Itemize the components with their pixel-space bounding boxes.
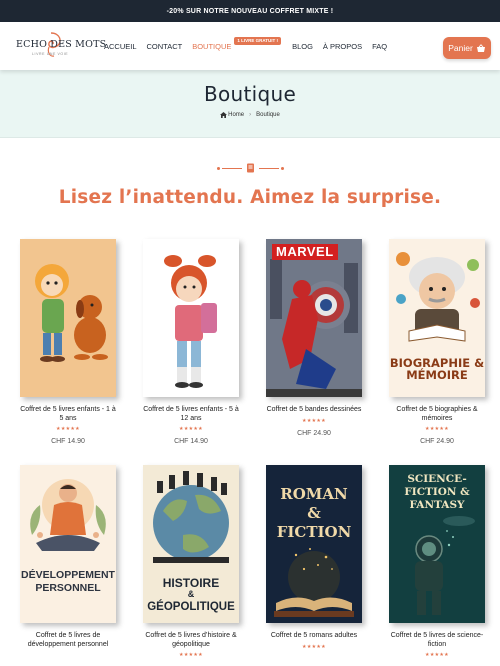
product-price: CHF 14.90 — [174, 438, 208, 445]
cartoon-kids-dog-illustration — [35, 264, 108, 362]
comic-publisher-logo: MARVEL — [272, 244, 338, 260]
product-name[interactable]: Coffret de 5 romans adultes — [266, 632, 362, 641]
star-rating: ★★★★★ — [425, 426, 449, 432]
star-rating: ★★★★★ — [179, 652, 203, 658]
product-name[interactable]: Coffret de 5 livres d’histoire & géopoli… — [143, 632, 239, 649]
free-book-badge: 1 LIVRE GRATUIT ! — [234, 36, 282, 45]
main-nav: ACCUEIL CONTACT BOUTIQUE 1 LIVRE GRATUIT… — [104, 36, 397, 51]
product-card[interactable]: HISTOIRE & GÉOPOLITIQUE Coffret de 5 liv… — [143, 465, 239, 658]
cover-title-2: & — [187, 589, 195, 599]
nav-blog[interactable]: BLOG — [292, 42, 313, 51]
product-cover-image[interactable]: MARVEL — [266, 239, 362, 397]
nav-accueil[interactable]: ACCUEIL — [104, 42, 137, 51]
cover-title: BIOGRAPHIE & MÉMOIRE — [389, 356, 485, 383]
logo-subtitle: LIVRE UNE VOIE — [32, 52, 69, 56]
site-logo[interactable]: ECHO DES MOTS LIVRE UNE VOIE — [16, 30, 106, 64]
nav-faq[interactable]: FAQ — [372, 42, 387, 51]
product-cover-image[interactable]: SCIENCE-FICTION & FANTASY — [389, 465, 485, 623]
product-name[interactable]: Coffret de 5 bandes dessinées — [266, 406, 362, 415]
breadcrumb-home[interactable]: Home — [228, 112, 244, 118]
section-divider — [0, 163, 500, 173]
product-cover-image[interactable] — [20, 239, 116, 397]
home-icon — [220, 112, 228, 118]
cover-title-3: GÉOPOLITIQUE — [147, 601, 235, 613]
product-name[interactable]: Coffret de 5 livres de développement per… — [20, 632, 116, 649]
cover-title-1: HISTOIRE — [162, 576, 220, 590]
cart-button[interactable]: Panier — [443, 37, 491, 59]
divider-dot — [216, 166, 220, 170]
product-card[interactable]: MARVEL Coffret de 5 bandes dessinées ★★★… — [266, 239, 362, 437]
breadcrumb: Home › Boutique — [0, 112, 500, 118]
breadcrumb-current: Boutique — [256, 112, 280, 118]
star-rating: ★★★★★ — [302, 643, 326, 650]
logo-text: ECHO DES MOTS — [16, 39, 107, 50]
cover-title: SCIENCE-FICTION & FANTASY — [404, 473, 470, 512]
basket-icon — [476, 43, 485, 52]
product-cover-image[interactable] — [143, 239, 239, 397]
breadcrumb-separator-icon: › — [249, 112, 252, 118]
product-price: CHF 24.90 — [297, 429, 331, 437]
product-cover-image[interactable]: DÉVELOPPEMENT PERSONNEL — [20, 465, 116, 623]
product-card[interactable]: DÉVELOPPEMENT PERSONNEL Coffret de 5 liv… — [20, 465, 116, 649]
page-banner: Boutique Home › Boutique — [0, 70, 500, 138]
promo-bar: -20% SUR NOTRE NOUVEAU COFFRET MIXTE ! — [0, 0, 500, 22]
cover-title: ROMAN & FICTION — [276, 485, 352, 541]
cartoon-girl-illustration — [164, 255, 217, 388]
cart-label: Panier — [448, 43, 473, 53]
cover-title: DÉVELOPPEMENT PERSONNEL — [21, 569, 115, 595]
divider-line — [258, 167, 279, 169]
tagline: Lisez l’inattendu. Aimez la surprise. — [58, 187, 442, 208]
product-card[interactable]: SCIENCE-FICTION & FANTASY Coffret de 5 l… — [389, 465, 485, 658]
product-cover-image[interactable]: ROMAN & FICTION — [266, 465, 362, 623]
product-card[interactable]: Coffret de 5 livres enfants - 1 à 5 ans … — [20, 239, 116, 445]
product-name[interactable]: Coffret de 5 livres enfants - 5 à 12 ans — [143, 406, 239, 423]
comic-hero-illustration — [266, 239, 362, 397]
nav-a-propos[interactable]: À PROPOS — [323, 42, 362, 51]
product-price: CHF 24.90 — [420, 438, 454, 445]
star-rating: ★★★★★ — [425, 652, 449, 658]
product-cover-image[interactable]: HISTOIRE & GÉOPOLITIQUE — [143, 465, 239, 623]
meditation-illustration — [30, 479, 106, 551]
product-card[interactable]: BIOGRAPHIE & MÉMOIRE Coffret de 5 biogra… — [389, 239, 485, 445]
product-cover-image[interactable]: BIOGRAPHIE & MÉMOIRE — [389, 239, 485, 397]
star-rating: ★★★★★ — [179, 426, 203, 432]
product-price: CHF 14.90 — [51, 438, 85, 445]
star-rating: ★★★★★ — [56, 426, 80, 432]
product-name[interactable]: Coffret de 5 livres enfants - 1 à 5 ans — [20, 406, 116, 423]
divider-line — [221, 167, 242, 169]
product-card[interactable]: ROMAN & FICTION Coffret de 5 romans adul… — [266, 465, 362, 650]
page-title: Boutique — [203, 82, 297, 106]
product-name[interactable]: Coffret de 5 livres de science-fiction — [389, 632, 485, 649]
nav-boutique[interactable]: BOUTIQUE — [192, 42, 231, 51]
product-card[interactable]: Coffret de 5 livres enfants - 5 à 12 ans… — [143, 239, 239, 445]
product-name[interactable]: Coffret de 5 biographies & mémoires — [389, 406, 485, 423]
promo-text: -20% SUR NOTRE NOUVEAU COFFRET MIXTE ! — [166, 7, 334, 15]
site-header: ECHO DES MOTS LIVRE UNE VOIE ACCUEIL CON… — [0, 22, 500, 70]
nav-contact[interactable]: CONTACT — [147, 42, 183, 51]
star-rating: ★★★★★ — [302, 417, 326, 424]
book-icon — [246, 163, 254, 173]
divider-dot — [280, 166, 284, 170]
